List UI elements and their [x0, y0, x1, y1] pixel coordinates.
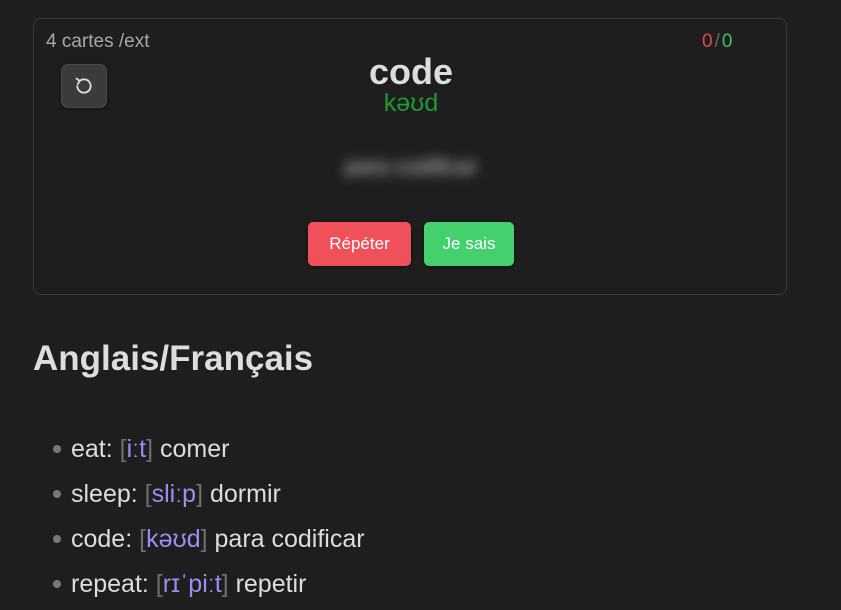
- bullet-icon: [53, 580, 61, 588]
- bullet-icon: [53, 535, 61, 543]
- vocab-ipa: sliːp: [151, 480, 197, 508]
- list-item: eat: [iːt] comer: [0, 428, 365, 473]
- vocab-list: eat: [iːt] comer sleep: [sliːp] dormir c…: [0, 428, 365, 608]
- vocab-translation: comer: [159, 435, 230, 463]
- vocab-word: sleep: [71, 480, 131, 508]
- vocab-word: code: [71, 525, 126, 553]
- score-separator: /: [714, 31, 720, 52]
- section-heading: Anglais/Français: [33, 339, 314, 378]
- blurred-translation[interactable]: para codificar: [34, 154, 788, 180]
- list-item: code: [kəʊd] para codificar: [0, 518, 365, 563]
- bullet-icon: [53, 445, 61, 453]
- deck-count: 4 cartes /ext: [46, 31, 150, 52]
- repeat-button[interactable]: Répéter: [308, 222, 411, 266]
- flashcard: 4 cartes /ext 0/0 code kəʊd para codific…: [33, 18, 787, 295]
- know-button[interactable]: Je sais: [424, 222, 514, 266]
- list-item: sleep: [sliːp] dormir: [0, 473, 365, 518]
- vocab-word: repeat: [71, 570, 142, 598]
- wrong-count: 0: [702, 31, 713, 52]
- card-word: code: [368, 51, 454, 92]
- score-counter: 0/0: [702, 31, 732, 53]
- vocab-translation: repetir: [235, 570, 307, 598]
- vocab-translation: para codificar: [214, 525, 365, 553]
- vocab-ipa: kəʊd: [146, 525, 201, 553]
- card-phonetic: kəʊd: [383, 89, 439, 117]
- list-item: repeat: [rɪˈpiːt] repetir: [0, 563, 365, 608]
- vocab-translation: dormir: [210, 480, 281, 508]
- right-count: 0: [721, 31, 733, 52]
- vocab-ipa: iːt: [126, 435, 147, 463]
- vocab-ipa: rɪˈpiːt: [162, 570, 222, 598]
- bullet-icon: [53, 490, 61, 498]
- vocab-word: eat: [71, 435, 106, 463]
